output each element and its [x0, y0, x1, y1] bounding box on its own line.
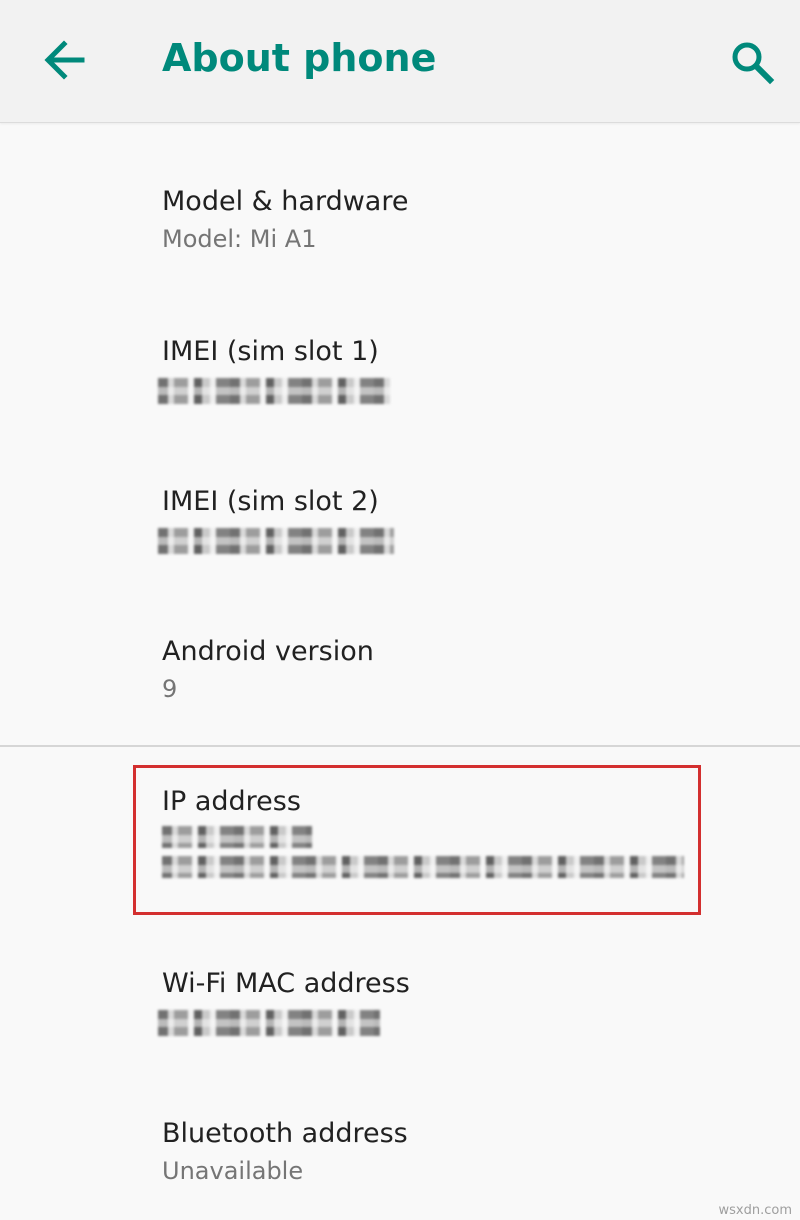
item-subtitle: Model: Mi A1 [162, 225, 317, 253]
item-subtitle: 9 [162, 675, 178, 703]
item-title: Wi-Fi MAC address [162, 968, 410, 999]
item-title: IMEI (sim slot 1) [162, 336, 379, 367]
list-item-imei-slot-1[interactable]: IMEI (sim slot 1) [158, 334, 762, 404]
app-bar: About phone [0, 0, 800, 123]
item-title: Android version [162, 636, 374, 667]
list-item-bluetooth-address[interactable]: Bluetooth address Unavailable [162, 1116, 762, 1188]
arrow-left-icon [44, 40, 85, 80]
highlight-box [133, 765, 701, 915]
back-button[interactable] [30, 30, 94, 94]
redacted-value [158, 528, 394, 554]
redacted-value [158, 1010, 380, 1036]
search-button[interactable] [722, 30, 786, 94]
list-item-imei-slot-2[interactable]: IMEI (sim slot 2) [158, 484, 762, 554]
item-subtitle: Unavailable [162, 1157, 304, 1185]
item-title: Model & hardware [162, 186, 409, 217]
item-title: Bluetooth address [162, 1118, 408, 1149]
search-icon [732, 42, 775, 85]
watermark: wsxdn.com [718, 1203, 793, 1218]
section-divider [0, 745, 800, 747]
item-title: IMEI (sim slot 2) [162, 486, 379, 517]
list-item-wifi-mac-address[interactable]: Wi-Fi MAC address [158, 966, 762, 1036]
page-title: About phone [162, 36, 437, 80]
list-item-android-version[interactable]: Android version 9 [162, 634, 762, 706]
redacted-value [158, 378, 390, 404]
list-item-model-hardware[interactable]: Model & hardware Model: Mi A1 [162, 184, 762, 256]
